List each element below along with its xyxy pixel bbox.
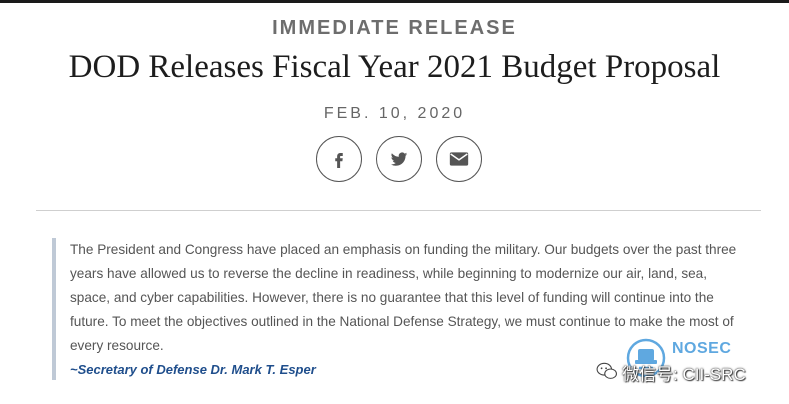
- watermark: NOSEC 微信号: CII-SRC: [596, 338, 786, 398]
- facebook-share-button[interactable]: [316, 136, 362, 182]
- release-kicker: IMMEDIATE RELEASE: [272, 17, 517, 39]
- email-share-button[interactable]: [436, 136, 482, 182]
- share-buttons: [316, 136, 482, 182]
- article-title: DOD Releases Fiscal Year 2021 Budget Pro…: [68, 49, 721, 85]
- email-icon: [449, 152, 469, 166]
- section-divider: [36, 210, 761, 211]
- top-rule: [0, 0, 789, 3]
- article-date: FEB. 10, 2020: [323, 105, 466, 122]
- twitter-icon: [390, 152, 408, 166]
- twitter-share-button[interactable]: [376, 136, 422, 182]
- facebook-icon: [335, 153, 343, 168]
- watermark-brand: NOSEC: [672, 340, 732, 357]
- wechat-icon: [596, 362, 617, 379]
- watermark-account: 微信号: CII-SRC: [622, 365, 746, 384]
- press-release-page: IMMEDIATE RELEASE DOD Releases Fiscal Ye…: [0, 0, 789, 404]
